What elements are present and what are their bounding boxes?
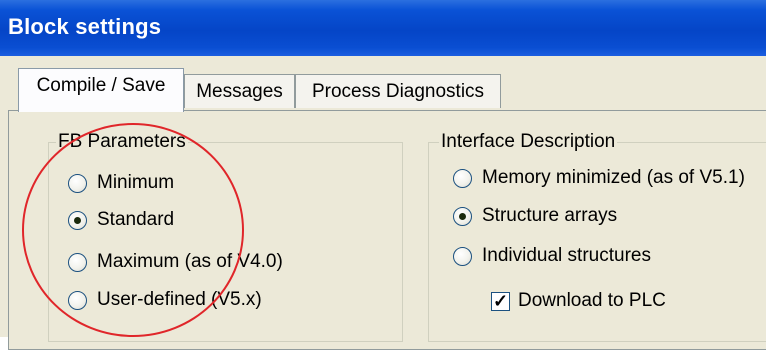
- radio-individual-structures-label: Individual structures: [482, 245, 651, 266]
- radio-user-defined-label: User-defined (V5.x): [97, 289, 262, 310]
- tab-messages[interactable]: Messages: [184, 74, 295, 108]
- radio-maximum-label: Maximum (as of V4.0): [97, 251, 283, 272]
- radio-memory-minimized[interactable]: [453, 169, 472, 188]
- radio-maximum[interactable]: [68, 253, 87, 272]
- tab-label: Compile / Save: [36, 75, 166, 96]
- tab-label: Process Diagnostics: [311, 81, 485, 102]
- tab-label: Messages: [196, 81, 283, 102]
- tab-process-diagnostics[interactable]: Process Diagnostics: [295, 74, 501, 108]
- radio-individual-structures[interactable]: [453, 247, 472, 266]
- title-bar: Block settings: [0, 0, 766, 56]
- radio-minimum[interactable]: [68, 174, 87, 193]
- download-to-plc-label: Download to PLC: [518, 290, 666, 311]
- radio-selected-dot: [459, 213, 466, 220]
- radio-user-defined[interactable]: [68, 291, 87, 310]
- radio-structure-arrays-label: Structure arrays: [482, 205, 618, 226]
- radio-standard[interactable]: [68, 211, 87, 230]
- window-title: Block settings: [8, 14, 162, 39]
- radio-memory-minimized-label: Memory minimized (as of V5.1): [482, 167, 745, 188]
- download-to-plc-checkbox[interactable]: ✓: [491, 292, 510, 311]
- radio-minimum-label: Minimum: [97, 172, 175, 193]
- fb-parameters-title: FB Parameters: [56, 131, 188, 153]
- checkmark-icon: ✓: [492, 291, 509, 311]
- interface-description-title: Interface Description: [439, 131, 618, 153]
- tab-compile-save[interactable]: Compile / Save: [18, 68, 184, 112]
- radio-standard-label: Standard: [97, 209, 175, 230]
- radio-structure-arrays[interactable]: [453, 207, 472, 226]
- radio-selected-dot: [74, 217, 81, 224]
